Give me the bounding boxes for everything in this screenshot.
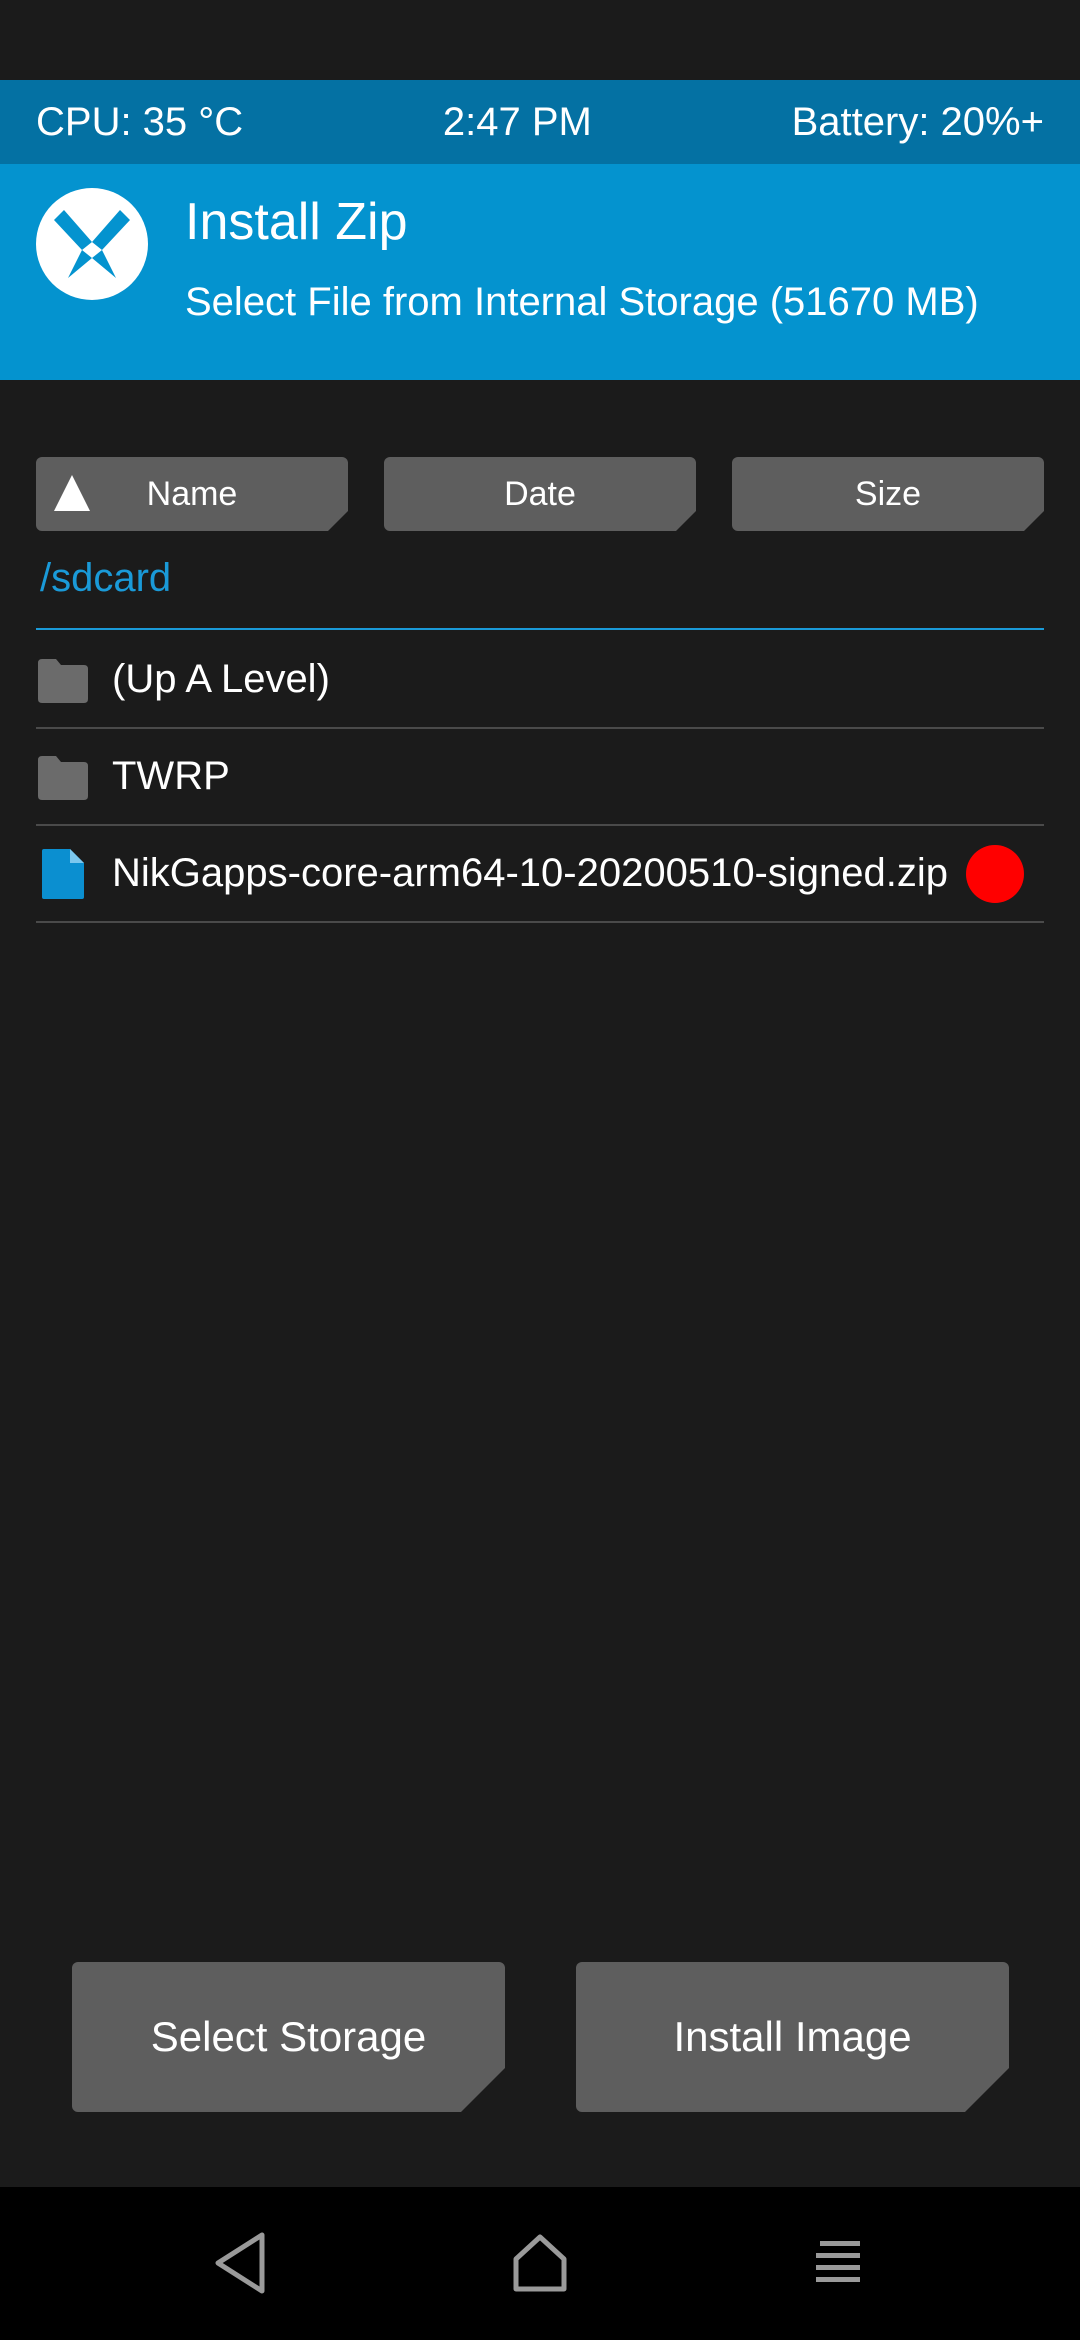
home-icon[interactable]	[502, 2225, 578, 2301]
list-item-label: NikGapps-core-arm64-10-20200510-signed.z…	[112, 851, 948, 895]
menu-icon[interactable]	[802, 2225, 878, 2301]
list-item-label: TWRP	[112, 754, 230, 798]
page-subtitle: Select File from Internal Storage (51670…	[185, 280, 979, 324]
select-storage-label: Select Storage	[150, 2013, 427, 2060]
selection-indicator	[966, 844, 1024, 903]
file-icon	[42, 848, 84, 899]
folder-icon	[38, 755, 88, 800]
install-image-button[interactable]: Install Image	[576, 1962, 1009, 2112]
sort-name-label: Name	[146, 474, 238, 513]
navigation-bar	[0, 2187, 1080, 2340]
sort-size-label: Size	[854, 474, 922, 513]
page-title: Install Zip	[185, 193, 408, 251]
select-storage-button[interactable]: Select Storage	[72, 1962, 505, 2112]
sort-by-size-button[interactable]: Size	[732, 457, 1044, 531]
clock: 2:47 PM	[442, 99, 592, 144]
twrp-logo-icon	[36, 188, 148, 300]
list-item-label: (Up A Level)	[112, 657, 330, 701]
current-path: /sdcard	[40, 556, 172, 600]
back-icon[interactable]	[204, 2225, 280, 2301]
cpu-temperature: CPU: 35 °C	[36, 99, 244, 144]
folder-icon	[38, 658, 88, 703]
status-bar: CPU: 35 °C 2:47 PM Battery: 20%+	[0, 80, 1080, 164]
list-item-up-a-level[interactable]: (Up A Level)	[36, 632, 1044, 729]
sort-by-date-button[interactable]: Date	[384, 457, 696, 531]
battery-level: Battery: 20%+	[791, 99, 1044, 144]
top-spacer	[0, 0, 1080, 80]
install-image-label: Install Image	[673, 2013, 912, 2060]
twrp-install-screen: CPU: 35 °C 2:47 PM Battery: 20%+ Install…	[0, 0, 1080, 2340]
sort-date-label: Date	[504, 474, 576, 513]
list-item-zip-file[interactable]: NikGapps-core-arm64-10-20200510-signed.z…	[36, 826, 1044, 923]
sort-ascending-icon	[52, 473, 92, 513]
sort-by-name-button[interactable]: Name	[36, 457, 348, 531]
list-item-twrp-folder[interactable]: TWRP	[36, 729, 1044, 826]
header: Install Zip Select File from Internal St…	[0, 164, 1080, 380]
path-divider	[36, 628, 1044, 630]
